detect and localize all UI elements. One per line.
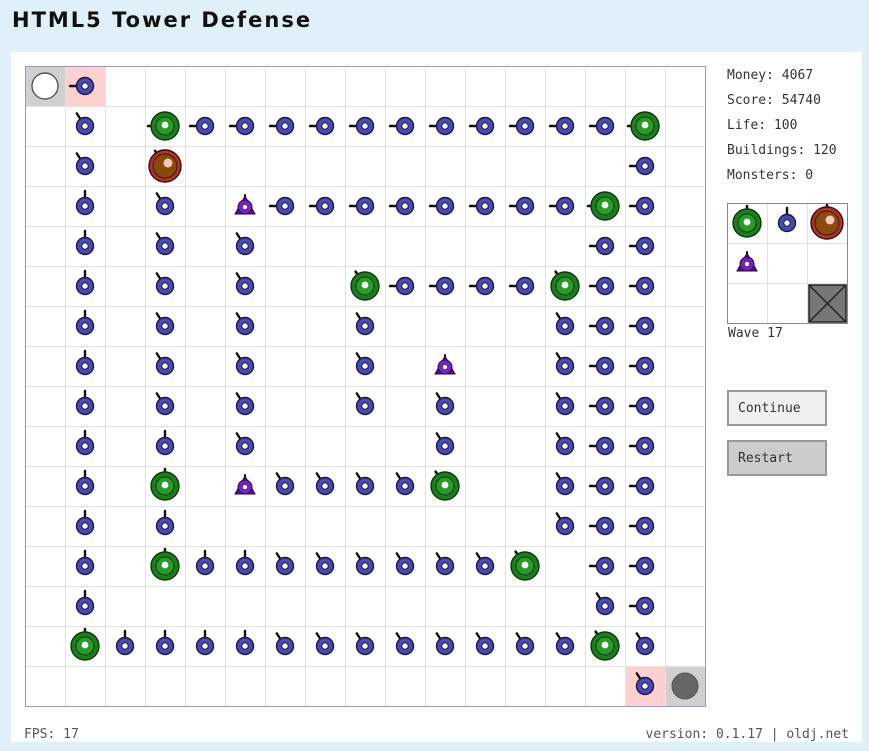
monsters-stat: Monsters: 0: [727, 168, 814, 183]
laser-tower[interactable]: [350, 270, 380, 301]
fps-value: 17: [63, 727, 79, 742]
exit-marker: [671, 672, 699, 700]
life-stat: Life: 100: [727, 118, 798, 133]
version-label: version: 0.1.17 | oldj.net: [645, 727, 850, 742]
wave-number: 17: [767, 326, 783, 341]
score-stat: Score: 54740: [727, 93, 821, 108]
laser-tower[interactable]: [430, 470, 460, 501]
delete-option[interactable]: [808, 284, 847, 323]
score-value: 54740: [781, 93, 821, 108]
laser-tower[interactable]: [510, 550, 540, 581]
restart-button[interactable]: Restart: [727, 440, 827, 476]
heavy-tower[interactable]: [148, 149, 182, 183]
life-value: 100: [773, 118, 798, 133]
fps-counter: FPS: 17: [24, 727, 79, 742]
laser-tower[interactable]: [590, 630, 620, 661]
stats-panel: Money: 4067 Score: 54740 Life: 100 Build…: [727, 63, 837, 188]
continue-button[interactable]: Continue: [727, 390, 827, 426]
laser-tower[interactable]: [550, 270, 580, 301]
money-value: 4067: [781, 68, 814, 83]
empty-slot: [768, 284, 807, 323]
entrance-marker: [31, 72, 59, 100]
wave-indicator: Wave 17: [728, 326, 783, 341]
monsters-value: 0: [805, 168, 814, 183]
empty-slot: [728, 284, 767, 323]
buildings-stat: Buildings: 120: [727, 143, 837, 158]
empty-slot: [808, 244, 847, 283]
building-palette[interactable]: [727, 203, 849, 325]
empty-slot: [768, 244, 807, 283]
money-stat: Money: 4067: [727, 68, 814, 83]
buildings-value: 120: [813, 143, 837, 158]
game-board[interactable]: [25, 66, 706, 707]
page-title: HTML5 Tower Defense: [12, 8, 313, 32]
